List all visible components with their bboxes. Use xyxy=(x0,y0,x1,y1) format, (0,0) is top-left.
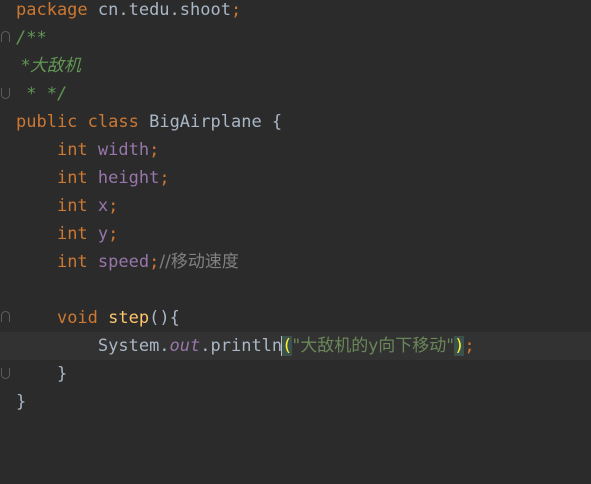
code-line-3[interactable]: *大敌机 xyxy=(16,52,81,80)
type-keyword: int xyxy=(56,196,88,216)
code-line-12[interactable]: void step(){ xyxy=(16,304,180,332)
doc-comment: /** xyxy=(16,28,47,48)
code-line-15[interactable]: } xyxy=(16,388,26,416)
code-line-14[interactable]: } xyxy=(16,360,67,388)
code-line-13-current[interactable]: System.out.println("大敌机的y向下移动"); xyxy=(0,332,591,360)
code-line-2[interactable]: /** xyxy=(16,24,47,52)
class-ref: System. xyxy=(97,336,170,356)
field-name: y xyxy=(97,224,109,244)
matched-paren: ( xyxy=(282,336,293,356)
doc-comment: *大敌机 xyxy=(16,56,81,76)
class-name: BigAirplane { xyxy=(138,112,283,132)
semicolon: ; xyxy=(159,168,170,188)
keyword: class xyxy=(87,112,139,132)
fold-marker-icon[interactable] xyxy=(1,368,10,379)
field-name: height xyxy=(97,168,160,188)
field-name: x xyxy=(97,196,109,216)
code-line-8[interactable]: int x; xyxy=(16,192,118,220)
keyword: public xyxy=(16,112,78,132)
code-line-9[interactable]: int y; xyxy=(16,220,118,248)
semicolon: ; xyxy=(108,224,119,244)
package-name: cn.tedu.shoot xyxy=(87,0,231,20)
semicolon: ; xyxy=(464,336,475,356)
fold-marker-icon[interactable] xyxy=(1,311,10,322)
code-line-4[interactable]: * */ xyxy=(16,80,67,108)
closing-brace: } xyxy=(56,364,68,384)
semicolon: ; xyxy=(149,140,160,160)
matched-paren: ) xyxy=(454,336,465,356)
semicolon: ; xyxy=(230,0,242,20)
code-line-5[interactable]: public class BigAirplane { xyxy=(16,108,282,136)
method-call: .println xyxy=(200,336,283,356)
code-line-10[interactable]: int speed;//移动速度 xyxy=(16,248,239,276)
fold-marker-icon[interactable] xyxy=(1,31,10,42)
code-editor[interactable]: package cn.tedu.shoot; /** *大敌机 * */ pub… xyxy=(0,0,591,484)
closing-brace: } xyxy=(16,392,27,412)
type-keyword: int xyxy=(56,140,88,160)
code-line-1[interactable]: package cn.tedu.shoot; xyxy=(16,0,241,24)
fold-marker-icon[interactable] xyxy=(1,88,10,99)
static-field: out xyxy=(169,336,201,356)
type-keyword: int xyxy=(56,224,88,244)
line-comment: //移动速度 xyxy=(159,252,239,272)
type-keyword: int xyxy=(56,168,88,188)
keyword: package xyxy=(16,0,88,20)
method-name: step xyxy=(108,308,150,328)
string-literal: "大敌机的y向下移动" xyxy=(292,336,455,356)
keyword: void xyxy=(56,308,98,328)
code-line-6[interactable]: int width; xyxy=(16,136,159,164)
method-parens: (){ xyxy=(149,308,180,328)
doc-comment: * */ xyxy=(16,84,68,104)
field-name: speed xyxy=(97,252,150,272)
code-line-7[interactable]: int height; xyxy=(16,164,170,192)
field-name: width xyxy=(97,140,150,160)
semicolon: ; xyxy=(149,252,160,272)
semicolon: ; xyxy=(108,196,119,216)
type-keyword: int xyxy=(56,252,88,272)
editor-gutter xyxy=(0,0,14,484)
